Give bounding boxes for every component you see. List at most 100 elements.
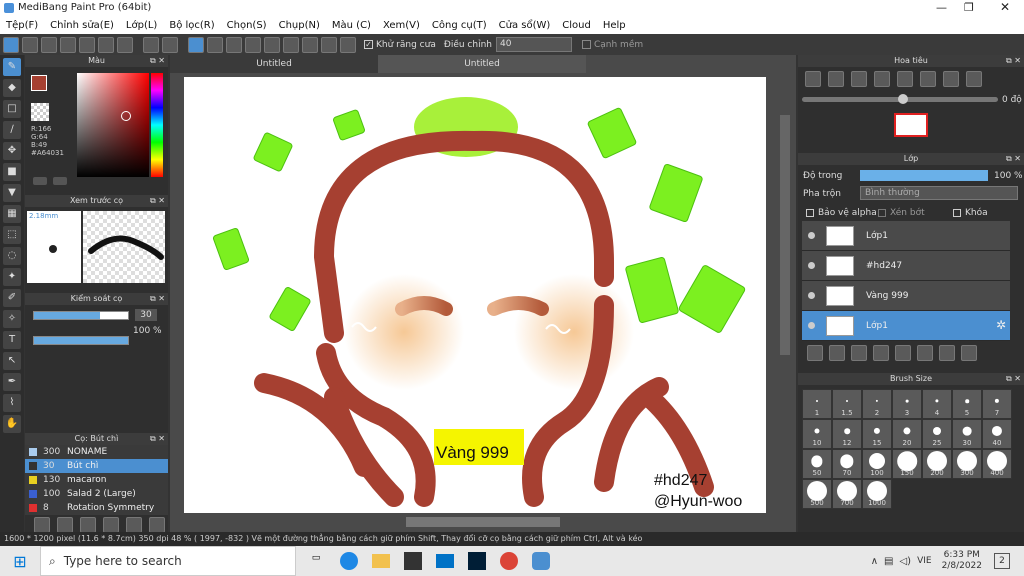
cloud-icon[interactable] [3, 36, 19, 53]
ellipse-snap-icon[interactable] [321, 36, 337, 53]
zoom-in-icon[interactable] [805, 71, 821, 87]
brush-list-item[interactable]: 100 Salad 2 (Large) [25, 487, 168, 501]
zoom-out-icon[interactable] [874, 71, 890, 87]
menu-window[interactable]: Cửa sổ(W) [493, 20, 557, 31]
brush-cloud-icon[interactable] [103, 517, 119, 533]
menu-cloud[interactable]: Cloud [556, 20, 597, 31]
brush-size-cell[interactable]: 15 [862, 419, 892, 449]
snap-off-icon[interactable] [188, 36, 204, 53]
clock[interactable]: 6:33 PM 2/8/2022 [942, 550, 982, 572]
brush-size-cell[interactable]: 400 [982, 449, 1012, 479]
layer-row[interactable]: Lớp1 [802, 221, 1010, 251]
magic-wand-icon[interactable]: ✦ [3, 268, 21, 286]
rotation-knob[interactable] [898, 94, 908, 104]
main-color-swatch[interactable] [31, 75, 47, 91]
gradient-tool-icon[interactable]: ▦ [3, 205, 21, 223]
brush-size-cell[interactable]: 20 [892, 419, 922, 449]
brush-size-cell[interactable]: 5 [952, 389, 982, 419]
brush-size-cell[interactable]: 3 [892, 389, 922, 419]
fit-icon[interactable] [851, 71, 867, 87]
merge-layer-icon[interactable] [939, 345, 955, 361]
brush-size-cell[interactable]: 12 [832, 419, 862, 449]
antialias-checkbox[interactable]: ✓ [364, 40, 373, 49]
panel-close-icon[interactable]: ⧉ ✕ [150, 433, 165, 445]
share-icon[interactable] [22, 36, 38, 53]
menu-select[interactable]: Chọn(S) [221, 20, 273, 31]
photoshop-icon[interactable] [468, 552, 486, 570]
brush-size-cell[interactable]: 1000 [862, 479, 892, 509]
dropper-icon[interactable]: ⌇ [3, 394, 21, 412]
operation-tool-icon[interactable]: ↖ [3, 352, 21, 370]
hand-tool-icon[interactable]: ✋ [3, 415, 21, 433]
layer-row[interactable]: Vàng 999 [802, 281, 1010, 311]
select-eraser-icon[interactable]: ✧ [3, 310, 21, 328]
chrome-icon[interactable] [500, 552, 518, 570]
cross-snap-icon[interactable] [226, 36, 242, 53]
correction-select[interactable]: 40 [495, 37, 572, 52]
brush-size-cell[interactable]: 300 [952, 449, 982, 479]
file-explorer-icon[interactable] [372, 554, 390, 568]
flip-icon[interactable] [920, 71, 936, 87]
protect-alpha-checkbox[interactable] [806, 209, 814, 217]
line-tool-icon[interactable]: ∕ [3, 121, 21, 139]
taskbar-search-box[interactable]: ⌕ Type here to search [40, 546, 296, 576]
maximize-button[interactable]: ❐ [964, 1, 974, 14]
layer-visibility-icon[interactable] [808, 322, 815, 329]
panel-icon[interactable] [98, 36, 114, 53]
vanish-snap-icon[interactable] [245, 36, 261, 53]
brush-list-item[interactable]: 300 NONAME [25, 445, 168, 459]
brush-size-cell[interactable]: 1.5 [832, 389, 862, 419]
grid-icon[interactable] [117, 36, 133, 53]
minimize-button[interactable]: — [936, 1, 947, 14]
menu-tools[interactable]: Công cụ(T) [426, 20, 493, 31]
new-layer-icon[interactable] [807, 345, 823, 361]
color-sv-picker[interactable] [77, 73, 149, 177]
redo-icon[interactable] [162, 36, 178, 53]
brush-tool-icon[interactable]: ✎ [3, 58, 21, 76]
brush-size-cell[interactable]: 2 [862, 389, 892, 419]
panel-close-icon[interactable]: ⧉ ✕ [150, 293, 165, 305]
fill-rect-icon[interactable]: ■ [3, 163, 21, 181]
layer-settings-icon[interactable]: ✲ [996, 318, 1006, 332]
tab-untitled-2[interactable]: Untitled [378, 55, 586, 73]
brush-delete-icon[interactable] [149, 517, 165, 533]
hue-slider[interactable] [151, 73, 163, 177]
color-picker-cursor[interactable] [121, 111, 131, 121]
eyedropper-icon[interactable]: ✒ [3, 373, 21, 391]
circle-snap-icon[interactable] [283, 36, 299, 53]
notification-button[interactable]: 2 [994, 553, 1010, 569]
layer-visibility-icon[interactable] [808, 262, 815, 269]
transparent-swatch[interactable] [31, 103, 49, 121]
new-layer-1bit-icon[interactable] [851, 345, 867, 361]
tray-chevron-icon[interactable]: ∧ [871, 556, 878, 567]
duplicate-layer-icon[interactable] [917, 345, 933, 361]
layer-opacity-slider[interactable] [860, 170, 988, 181]
menu-layer[interactable]: Lớp(L) [120, 20, 163, 31]
radial-snap-icon[interactable] [264, 36, 280, 53]
brush-size-cell[interactable]: 700 [832, 479, 862, 509]
volume-icon[interactable]: ◁) [899, 556, 911, 567]
layer-row[interactable]: Lớp1 ✲ [802, 311, 1010, 341]
brush-size-cell[interactable]: 1 [802, 389, 832, 419]
brush-add-icon[interactable] [34, 517, 50, 533]
soft-edge-checkbox[interactable] [581, 40, 591, 49]
eraser-tool-icon[interactable]: ◆ [3, 79, 21, 97]
select-pen-icon[interactable]: ✐ [3, 289, 21, 307]
drawing-canvas[interactable]: Vàng 999 #hd247 @Hyun-woo [184, 77, 766, 513]
mirror-icon[interactable] [966, 71, 982, 87]
brush-folder-icon[interactable] [126, 517, 142, 533]
panel-close-icon[interactable]: ⧉ ✕ [150, 55, 165, 67]
settings-icon[interactable] [340, 36, 356, 53]
brush-size-cell[interactable]: 500 [802, 479, 832, 509]
page-icon[interactable] [60, 36, 76, 53]
vertical-scrollbar[interactable] [780, 115, 790, 355]
menu-color[interactable]: Màu (C) [326, 20, 377, 31]
blend-mode-select[interactable]: Bình thường [860, 186, 1018, 200]
add-layer-menu-icon[interactable] [873, 345, 889, 361]
store-icon[interactable] [404, 552, 422, 570]
new-layer-8bit-icon[interactable] [829, 345, 845, 361]
menu-edit[interactable]: Chỉnh sửa(E) [44, 20, 120, 31]
menu-view[interactable]: Xem(V) [377, 20, 426, 31]
move-tool-icon[interactable]: ✥ [3, 142, 21, 160]
panel-close-icon[interactable]: ⧉ ✕ [1006, 373, 1021, 385]
